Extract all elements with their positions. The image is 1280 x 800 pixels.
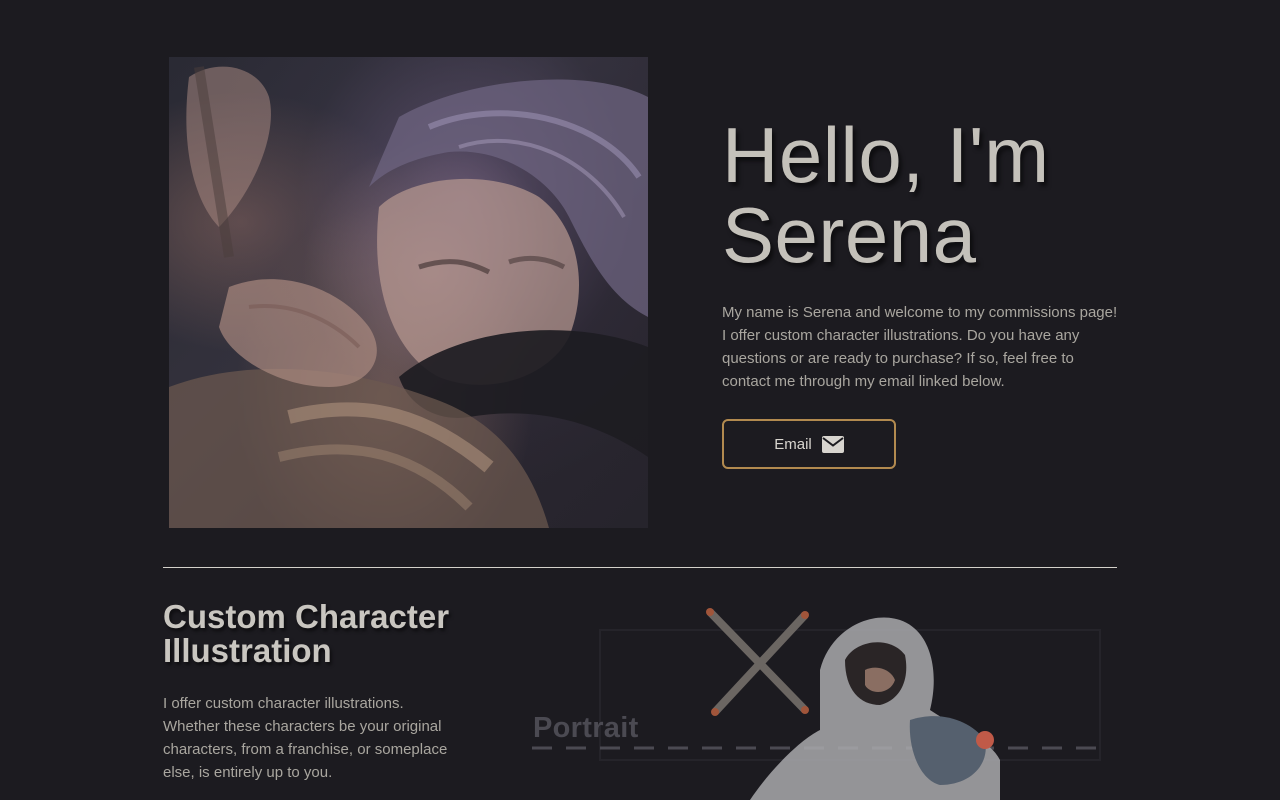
hero-artwork — [169, 57, 648, 528]
hero-title: Hello, I'm Serena — [722, 111, 1050, 279]
portrait-showcase: Portrait — [530, 600, 1120, 800]
portrait-label: Portrait — [533, 712, 639, 744]
email-button-label: Email — [774, 435, 812, 453]
section-title: Custom Character Illustration — [163, 598, 450, 669]
section-divider — [163, 567, 1117, 568]
envelope-icon — [821, 435, 844, 453]
section-description: I offer custom character illustrations. … — [163, 695, 448, 781]
email-button[interactable]: Email — [722, 419, 896, 469]
hero-description: My name is Serena and welcome to my comm… — [722, 304, 1118, 390]
